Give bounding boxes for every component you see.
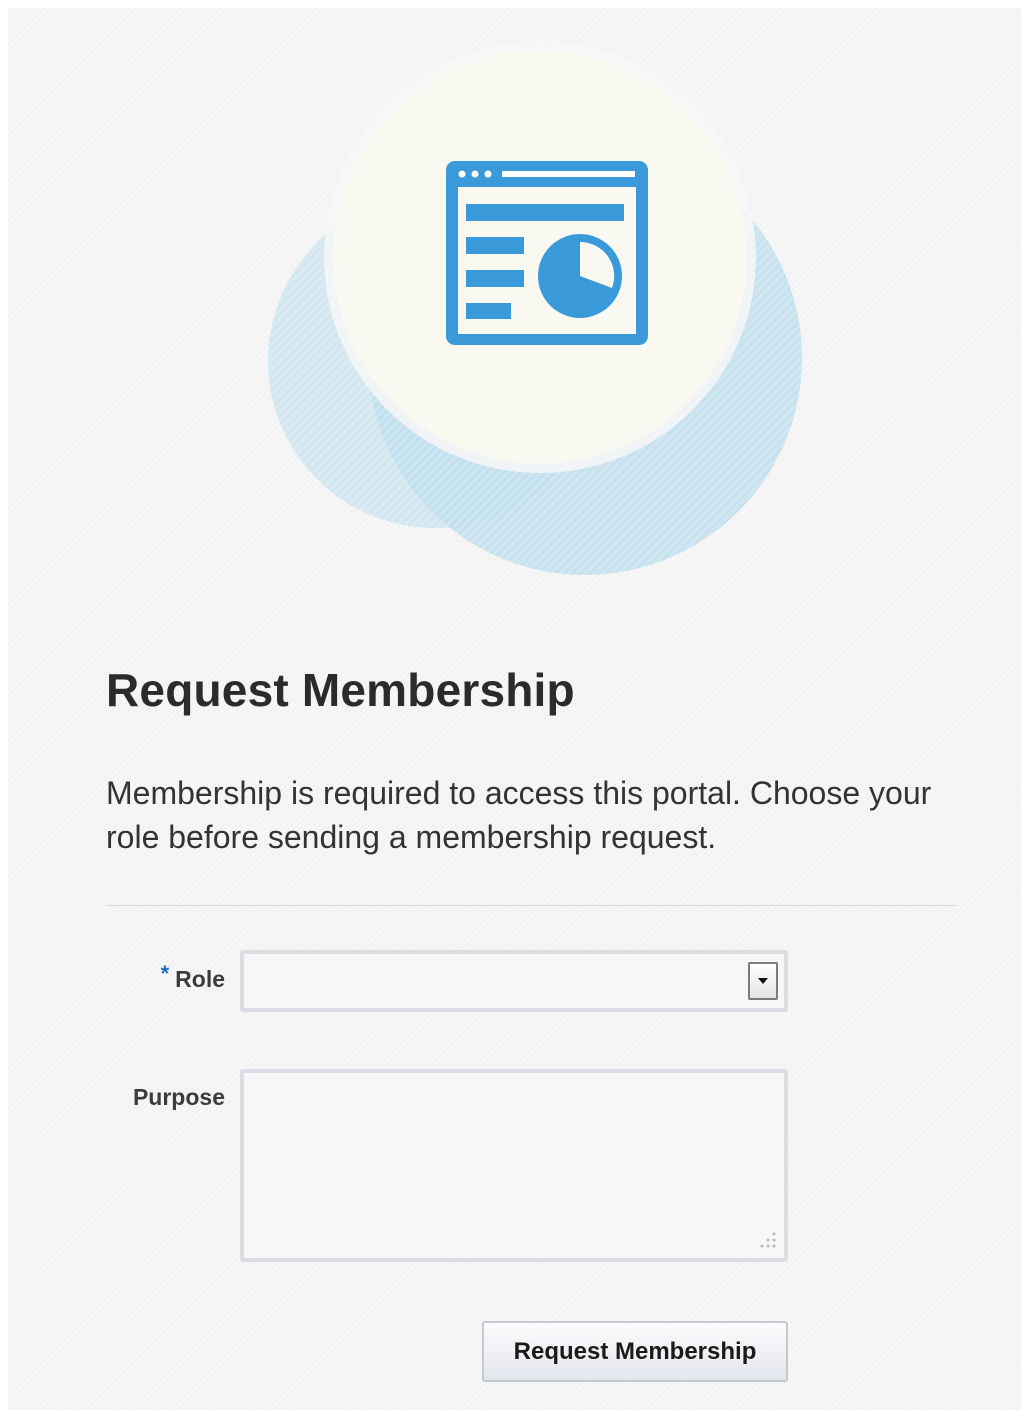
divider bbox=[106, 905, 956, 906]
purpose-textarea[interactable] bbox=[240, 1069, 788, 1262]
page-description: Membership is required to access this po… bbox=[106, 775, 932, 855]
membership-panel: Request Membership Membership is require… bbox=[8, 8, 1021, 1410]
illustration-graphic bbox=[268, 41, 802, 575]
dropdown-arrow-icon[interactable] bbox=[748, 962, 778, 1000]
request-membership-button[interactable]: Request Membership bbox=[482, 1321, 788, 1382]
resize-grip-icon[interactable] bbox=[756, 1230, 778, 1252]
role-label-text: Role bbox=[175, 966, 225, 992]
portal-illustration bbox=[8, 8, 1021, 608]
required-marker: * bbox=[160, 961, 170, 986]
role-label: * Role bbox=[161, 961, 225, 993]
portal-dashboard-icon bbox=[446, 161, 648, 345]
page-title: Request Membership bbox=[106, 664, 575, 716]
purpose-label: Purpose bbox=[132, 1084, 225, 1110]
role-select[interactable] bbox=[240, 950, 788, 1012]
